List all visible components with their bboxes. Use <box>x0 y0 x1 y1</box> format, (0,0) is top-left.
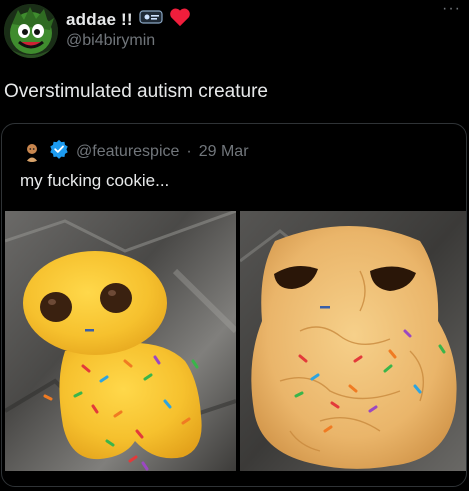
photo-baked-cookie[interactable] <box>240 211 466 471</box>
quoted-post[interactable]: @featurespice · 29 Mar my fucking cookie… <box>1 123 467 487</box>
photo-unbaked-cookie[interactable] <box>5 211 236 471</box>
author-avatar[interactable] <box>4 4 58 58</box>
quote-date[interactable]: 29 Mar <box>199 143 249 161</box>
red-heart-icon <box>169 7 191 32</box>
date-separator: · <box>186 142 192 160</box>
id-card-icon <box>139 9 163 30</box>
quoted-post-header: @featurespice · 29 Mar <box>22 139 249 164</box>
cartoon-avatar-icon <box>22 141 42 162</box>
quote-author-avatar[interactable] <box>22 141 42 162</box>
post-text: Overstimulated autism creature <box>4 81 268 102</box>
verified-badge-icon <box>49 139 69 164</box>
green-character-avatar-icon <box>4 4 58 58</box>
author-display-name[interactable]: addae !! <box>66 10 133 30</box>
photo-grid <box>2 211 466 486</box>
quote-text: my fucking cookie... <box>20 171 170 190</box>
post-header: addae !! @bi4birymin ··· <box>0 0 469 70</box>
more-options-button[interactable]: ··· <box>442 0 461 18</box>
author-name-row: addae !! <box>66 7 191 32</box>
quote-author-handle[interactable]: @featurespice <box>76 143 179 161</box>
author-handle[interactable]: @bi4birymin <box>66 32 155 50</box>
